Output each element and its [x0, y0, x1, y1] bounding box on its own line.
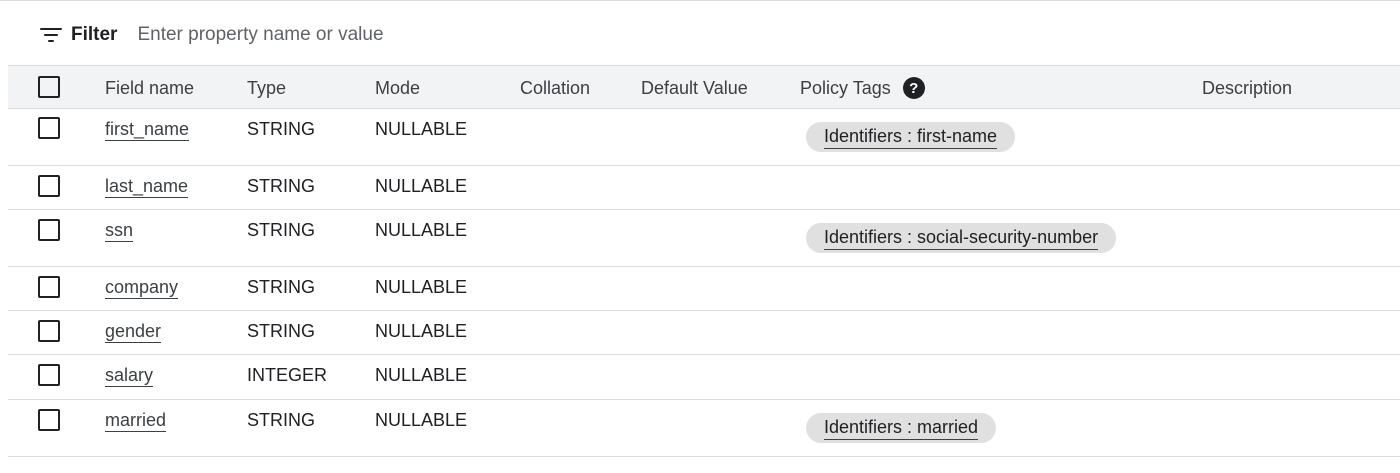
field-name-cell: company [105, 277, 179, 299]
field-name-cell: last_name [105, 176, 189, 198]
type-cell: STRING [247, 119, 316, 139]
row-checkbox[interactable] [38, 219, 60, 241]
row-checkbox[interactable] [38, 117, 60, 139]
type-cell: STRING [247, 176, 316, 196]
column-header-type[interactable]: Type [247, 66, 286, 110]
mode-cell: NULLABLE [375, 410, 468, 430]
policy-tag-chip[interactable]: Identifiers : first-name [806, 122, 1016, 152]
row-checkbox[interactable] [38, 320, 60, 342]
field-name-link[interactable]: married [105, 410, 167, 432]
table-row: married STRING NULLABLE Identifiers : ma… [8, 400, 1400, 457]
policy-tag-label: Identifiers : social-security-number [824, 227, 1099, 250]
table-row: company STRING NULLABLE [8, 267, 1400, 311]
schema-table: Field name Type Mode Collation Default V… [8, 65, 1400, 457]
filter-list-icon[interactable] [40, 27, 62, 43]
column-header-description[interactable]: Description [1202, 66, 1292, 110]
schema-panel: Filter Field name Type Mode Collation De… [0, 0, 1400, 473]
table-row: salary INTEGER NULLABLE [8, 355, 1400, 400]
policy-tag-chip[interactable]: Identifiers : social-security-number [806, 223, 1117, 253]
column-header-mode[interactable]: Mode [375, 66, 420, 110]
mode-cell: NULLABLE [375, 321, 468, 341]
field-name-cell: first_name [105, 119, 190, 141]
column-header-field-name[interactable]: Field name [105, 66, 194, 110]
row-checkbox[interactable] [38, 175, 60, 197]
row-checkbox[interactable] [38, 409, 60, 431]
field-name-link[interactable]: last_name [105, 176, 189, 198]
mode-cell: NULLABLE [375, 176, 468, 196]
filter-bar: Filter [40, 21, 558, 49]
type-cell: STRING [247, 277, 316, 297]
table-row: first_name STRING NULLABLE Identifiers :… [8, 109, 1400, 166]
field-name-cell: ssn [105, 220, 134, 242]
mode-cell: NULLABLE [375, 220, 468, 240]
table-row: last_name STRING NULLABLE [8, 166, 1400, 210]
field-name-cell: married [105, 410, 167, 432]
column-header-default-value[interactable]: Default Value [641, 66, 748, 110]
mode-cell: NULLABLE [375, 119, 468, 139]
filter-label[interactable]: Filter [71, 24, 117, 46]
row-checkbox[interactable] [38, 276, 60, 298]
field-name-link[interactable]: company [105, 277, 179, 299]
mode-cell: NULLABLE [375, 277, 468, 297]
column-header-policy-tags-label[interactable]: Policy Tags [800, 78, 891, 99]
policy-tag-label: Identifiers : first-name [824, 126, 998, 149]
type-cell: STRING [247, 410, 316, 430]
type-cell: INTEGER [247, 365, 328, 385]
type-cell: STRING [247, 321, 316, 341]
policy-tag-chip[interactable]: Identifiers : married [806, 413, 997, 443]
column-header-policy-tags: Policy Tags ? [800, 66, 925, 110]
row-checkbox[interactable] [38, 364, 60, 386]
type-cell: STRING [247, 220, 316, 240]
field-name-link[interactable]: salary [105, 365, 154, 387]
table-row: gender STRING NULLABLE [8, 311, 1400, 355]
field-name-link[interactable]: gender [105, 321, 162, 343]
field-name-link[interactable]: first_name [105, 119, 190, 141]
help-icon[interactable]: ? [902, 77, 925, 99]
field-name-cell: gender [105, 321, 162, 343]
filter-input[interactable] [137, 24, 558, 46]
select-all-checkbox[interactable] [38, 76, 60, 98]
field-name-cell: salary [105, 365, 154, 387]
table-row: ssn STRING NULLABLE Identifiers : social… [8, 210, 1400, 267]
table-header: Field name Type Mode Collation Default V… [8, 65, 1400, 109]
column-header-collation[interactable]: Collation [520, 66, 590, 110]
field-name-link[interactable]: ssn [105, 220, 134, 242]
mode-cell: NULLABLE [375, 365, 468, 385]
policy-tag-label: Identifiers : married [824, 417, 979, 440]
